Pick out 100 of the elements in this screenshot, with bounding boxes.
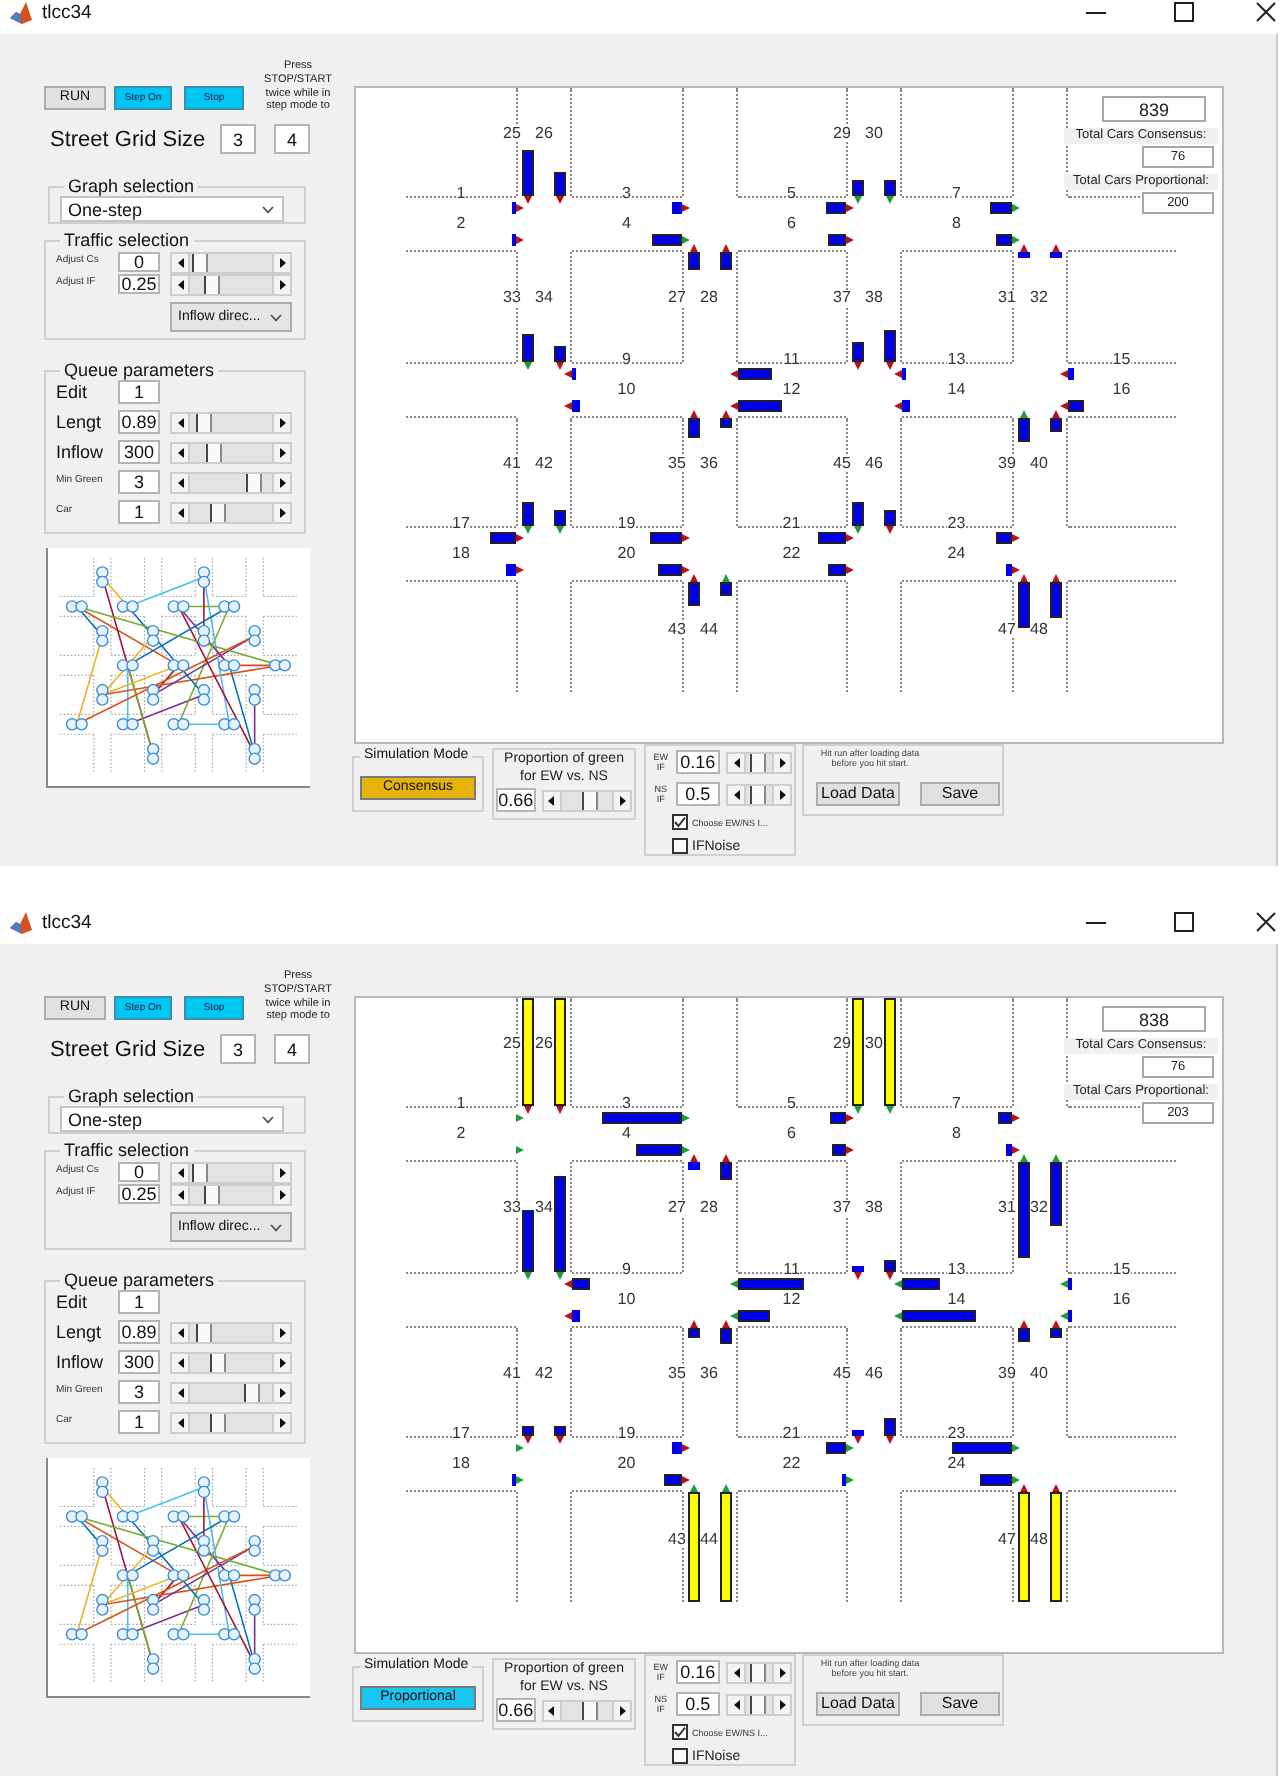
slider-left-button[interactable] xyxy=(726,783,747,805)
slider-right-button[interactable] xyxy=(272,1351,292,1373)
value-field[interactable]: 0.5 xyxy=(675,782,721,806)
slider-left-button[interactable] xyxy=(541,789,562,811)
graph-node xyxy=(146,1593,160,1616)
checkbox[interactable] xyxy=(672,1724,688,1740)
value-field[interactable]: 0.25 xyxy=(118,274,160,294)
slider-right-button[interactable] xyxy=(272,411,292,433)
slider-thumb[interactable] xyxy=(196,1323,213,1341)
slider-left-button[interactable] xyxy=(170,441,190,463)
slider-thumb[interactable] xyxy=(750,785,767,803)
parameter-label: Lengt xyxy=(56,412,104,432)
value-field[interactable]: 3 xyxy=(118,470,160,494)
value-field[interactable]: 0.66 xyxy=(496,788,536,812)
slider-left-button[interactable] xyxy=(170,501,190,523)
slider-thumb[interactable] xyxy=(209,1353,226,1371)
value-field[interactable]: 1 xyxy=(118,500,160,524)
slider-right-button[interactable] xyxy=(272,501,292,523)
slider-thumb[interactable] xyxy=(204,275,221,293)
value-field[interactable]: 300 xyxy=(118,1350,160,1374)
right-arrow-icon xyxy=(279,1167,285,1177)
lane-number: 7 xyxy=(952,186,961,202)
slider-right-button[interactable] xyxy=(272,1321,292,1343)
value-field[interactable]: 1 xyxy=(118,1410,160,1434)
slider-right-button[interactable] xyxy=(272,1411,292,1433)
checkbox[interactable] xyxy=(672,814,688,830)
graph-dropdown[interactable]: One-step xyxy=(60,196,284,222)
slider-left-button[interactable] xyxy=(170,1183,190,1205)
slider-thumb[interactable] xyxy=(750,1695,767,1713)
lane-number: 11 xyxy=(783,351,800,367)
value-field[interactable]: 0 xyxy=(118,1162,160,1182)
slider-thumb[interactable] xyxy=(191,253,208,271)
slider-left-button[interactable] xyxy=(541,1699,562,1721)
slider-right-button[interactable] xyxy=(272,1381,292,1403)
slider-left-button[interactable] xyxy=(726,1661,747,1683)
save-button[interactable]: Save xyxy=(920,1692,1000,1716)
value-field[interactable]: 0.89 xyxy=(118,410,160,434)
save-button[interactable]: Save xyxy=(920,782,1000,806)
slider-right-button[interactable] xyxy=(272,273,292,295)
slider-thumb[interactable] xyxy=(246,473,263,491)
slider-thumb[interactable] xyxy=(206,443,223,461)
slider-right-button[interactable] xyxy=(272,251,292,273)
slider-right-button[interactable] xyxy=(612,1699,632,1721)
slider-left-button[interactable] xyxy=(170,1161,190,1183)
value-field[interactable]: 0.66 xyxy=(496,1698,536,1722)
load-data-button[interactable]: Load Data xyxy=(816,782,900,806)
lane-number: 3 xyxy=(622,186,631,202)
lane-number: 8 xyxy=(952,216,961,232)
grid-rows-field[interactable]: 3 xyxy=(220,1034,256,1064)
value-field[interactable]: 3 xyxy=(118,1380,160,1404)
lane-number: 13 xyxy=(947,351,966,367)
slider-left-button[interactable] xyxy=(170,1321,190,1343)
slider-left-button[interactable] xyxy=(170,251,190,273)
slider-left-button[interactable] xyxy=(170,1411,190,1433)
slider-thumb[interactable] xyxy=(582,791,599,809)
load-data-button[interactable]: Load Data xyxy=(816,1692,900,1716)
slider-right-button[interactable] xyxy=(772,1693,792,1715)
value-field[interactable]: 0 xyxy=(118,252,160,272)
slider-thumb[interactable] xyxy=(582,1701,599,1719)
slider-thumb[interactable] xyxy=(209,503,226,521)
slider-left-button[interactable] xyxy=(170,411,190,433)
slider-thumb[interactable] xyxy=(244,1383,261,1401)
value-field[interactable]: 0.16 xyxy=(675,750,721,774)
graph-dropdown[interactable]: One-step xyxy=(60,1106,284,1132)
grid-columns-field[interactable]: 4 xyxy=(274,124,310,154)
graph-node xyxy=(248,683,261,706)
grid-rows-field[interactable]: 3 xyxy=(220,124,256,154)
slider-left-button[interactable] xyxy=(170,1351,190,1373)
value-field[interactable]: 1 xyxy=(118,380,160,404)
maximize-icon xyxy=(1174,912,1194,932)
slider-left-button[interactable] xyxy=(726,1693,747,1715)
panel-title: Traffic selection xyxy=(62,1140,192,1160)
slider-thumb[interactable] xyxy=(749,753,766,771)
checkbox[interactable] xyxy=(672,1748,688,1764)
slider-thumb[interactable] xyxy=(195,413,212,431)
value-field[interactable]: 0.16 xyxy=(675,1660,721,1684)
slider-right-button[interactable] xyxy=(772,783,792,805)
slider-right-button[interactable] xyxy=(772,751,792,773)
slider-right-button[interactable] xyxy=(272,441,292,463)
slider-right-button[interactable] xyxy=(612,789,632,811)
slider-thumb[interactable] xyxy=(191,1163,208,1181)
slider-right-button[interactable] xyxy=(272,1183,292,1205)
value-field[interactable]: 0.5 xyxy=(675,1692,721,1716)
slider-right-button[interactable] xyxy=(272,1161,292,1183)
slider-left-button[interactable] xyxy=(170,471,190,493)
value-field[interactable]: 0.89 xyxy=(118,1320,160,1344)
slider-thumb[interactable] xyxy=(209,1413,226,1431)
value-field[interactable]: 300 xyxy=(118,440,160,464)
slider-left-button[interactable] xyxy=(170,1381,190,1403)
value-field[interactable]: 1 xyxy=(118,1290,160,1314)
slider-thumb[interactable] xyxy=(204,1185,221,1203)
checkbox[interactable] xyxy=(672,838,688,854)
slider-left-button[interactable] xyxy=(726,751,747,773)
slider-right-button[interactable] xyxy=(272,471,292,493)
slider-thumb[interactable] xyxy=(749,1663,766,1681)
slider-left-button[interactable] xyxy=(170,273,190,295)
slider-right-button[interactable] xyxy=(772,1661,792,1683)
grid-columns-field[interactable]: 4 xyxy=(274,1034,310,1064)
value-field[interactable]: 0.25 xyxy=(118,1184,160,1204)
lane-number: 48 xyxy=(1030,1531,1048,1547)
